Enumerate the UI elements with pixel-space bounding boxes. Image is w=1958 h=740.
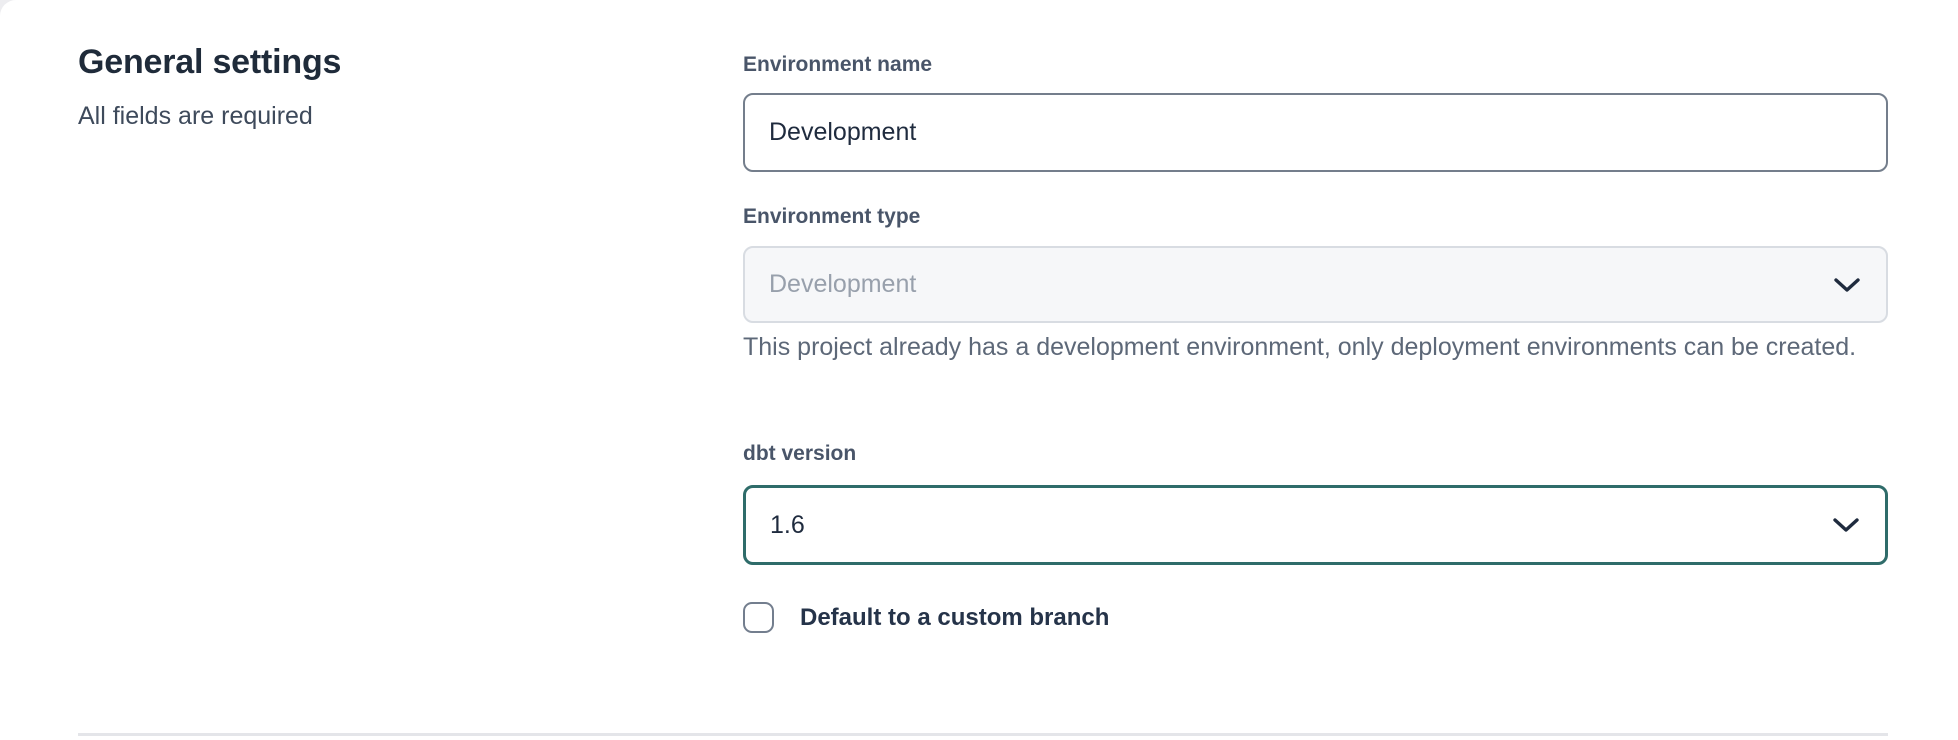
section-heading-block: General settings All fields are required <box>78 40 638 132</box>
custom-branch-checkbox[interactable] <box>743 602 774 633</box>
section-divider <box>78 733 1888 736</box>
page-subtitle: All fields are required <box>78 100 638 132</box>
custom-branch-label[interactable]: Default to a custom branch <box>800 602 1109 633</box>
environment-name-label: Environment name <box>743 52 932 78</box>
general-settings-form: Environment name Environment type Develo… <box>743 0 1888 740</box>
environment-type-value: Development <box>769 272 1862 297</box>
chevron-down-icon <box>1834 277 1860 293</box>
environment-type-select: Development <box>743 246 1888 323</box>
dbt-version-label: dbt version <box>743 441 856 467</box>
environment-settings-screen: General settings All fields are required… <box>0 0 1958 740</box>
page-title: General settings <box>78 40 638 84</box>
custom-branch-row: Default to a custom branch <box>743 602 1109 633</box>
environment-type-helper-text: This project already has a development e… <box>743 330 1863 365</box>
chevron-down-icon <box>1833 517 1859 533</box>
settings-card: General settings All fields are required… <box>0 0 1958 740</box>
environment-type-label: Environment type <box>743 204 920 230</box>
environment-name-input[interactable] <box>743 93 1888 172</box>
dbt-version-select[interactable]: 1.6 <box>743 485 1888 565</box>
dbt-version-value: 1.6 <box>770 513 1861 538</box>
